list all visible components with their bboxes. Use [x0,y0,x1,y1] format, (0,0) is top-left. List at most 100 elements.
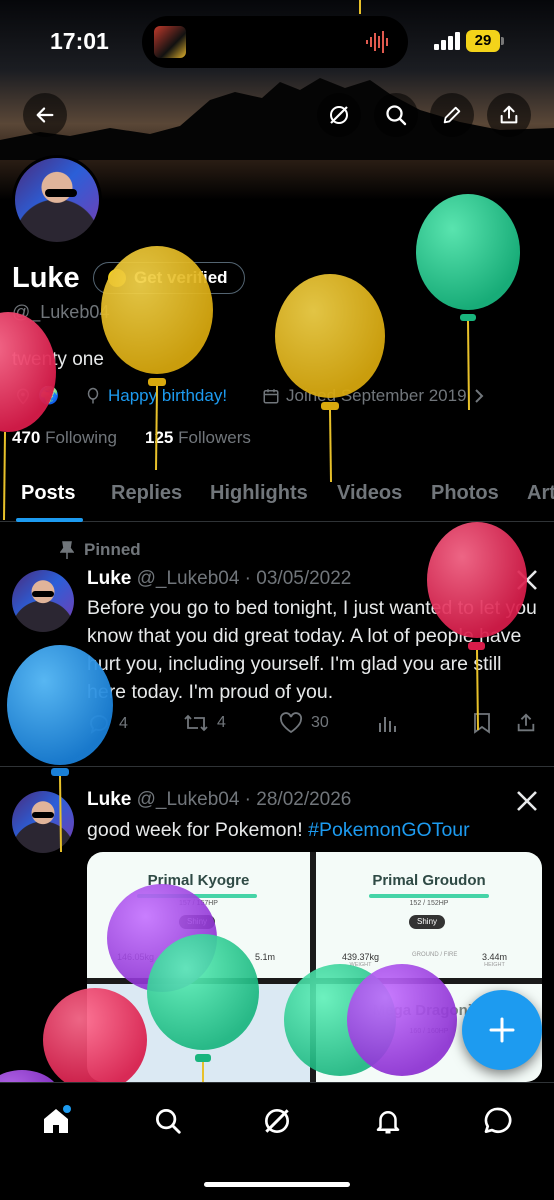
card-hp: 152 / 152HP [409,900,449,907]
followers-link[interactable]: 125 Followers [145,428,251,448]
media-card-groudon: Primal Groudon 152 / 152HP Shiny 439.37k… [316,852,542,978]
active-tab-indicator [16,518,83,522]
post-header: Luke @_Lukeb04 · 28/02/2026 [87,789,351,811]
arrow-left-icon [36,107,54,123]
search-icon [386,105,407,126]
bell-icon [376,1111,400,1134]
heart-icon [279,712,303,734]
card-title: Primal Groudon [372,872,486,889]
bookmark-icon [474,713,490,734]
bookmark-button[interactable] [472,712,492,734]
post-share-button[interactable] [515,712,537,734]
get-verified-button[interactable]: Get verified [93,262,245,294]
weight-value: 439.37kg [342,952,380,962]
profile-name: Luke [12,262,80,294]
status-bar: 17:01 29 [0,0,554,86]
shiny-badge: Shiny [179,915,216,929]
now-playing-artwork [154,26,186,58]
repost-icon [184,714,208,732]
profile-handle: @_Lukeb04 [12,302,110,322]
post-text: Before you go to bed tonight, I just wan… [87,597,537,703]
like-count: 30 [311,714,329,731]
chat-bubble-icon [484,1107,512,1133]
location-text: 🌍 [38,386,60,405]
tab-videos[interactable]: Videos [337,482,402,505]
nav-notifications[interactable] [368,1101,408,1141]
share-button[interactable] [487,93,531,137]
avatar-sunglasses [32,591,54,597]
home-indicator[interactable] [204,1182,350,1187]
card-weight: 146.05kg [117,952,155,962]
battery-level: 29 [466,30,500,52]
pinned-label: Pinned [60,540,141,560]
grok-icon [330,106,348,124]
repost-button[interactable]: 4 [183,712,226,734]
card-height: 5.1m [255,952,276,962]
following-label: Following [45,428,117,447]
post-author[interactable]: Luke [87,789,131,810]
following-link[interactable]: 470 Following [12,428,117,448]
avatar-sunglasses [32,812,54,818]
pinned-text: Pinned [84,540,141,559]
views-button[interactable] [377,712,399,734]
x-logo-icon [517,791,537,811]
reply-count: 4 [119,715,128,732]
post-avatar[interactable] [12,570,74,632]
tab-highlights[interactable]: Highlights [210,482,308,505]
card-type: GROUND / FIRE [412,952,458,958]
hp-bar [369,894,489,898]
post-text-body: good week for Pokemon! [87,819,309,841]
tab-photos[interactable]: Photos [431,482,499,505]
birthday-link[interactable]: Happy birthday! [108,386,227,406]
chevron-right-icon [474,389,483,403]
grok-icon [265,1109,289,1133]
birthday[interactable]: Happy birthday! [84,386,227,406]
joined-date[interactable]: Joined September 2019 [262,386,485,406]
like-button[interactable]: 30 [279,712,329,734]
reply-icon [90,715,108,734]
edit-button[interactable] [430,93,474,137]
shiny-badge: Shiny [409,915,446,929]
profile-avatar[interactable] [12,155,102,245]
post-author[interactable]: Luke [87,568,131,589]
post-handle-date: @_Lukeb04 · 03/05/2022 [136,568,352,589]
post-text: good week for Pokemon! #PokemonGOTour [87,816,542,844]
analytics-icon [379,717,396,732]
plus-icon [489,1017,515,1043]
grok-button[interactable] [317,93,361,137]
compose-post-button[interactable] [462,990,542,1070]
nav-grok[interactable] [257,1101,297,1141]
hashtag-link[interactable]: #PokemonGOTour [308,819,470,841]
followers-count: 125 [145,428,174,447]
verified-badge-icon [108,269,126,287]
battery-indicator: 29 [466,30,504,52]
post-avatar[interactable] [12,791,74,853]
repost-count: 4 [217,714,226,731]
search-icon [156,1109,181,1134]
nav-home[interactable] [36,1101,76,1141]
location-pin-icon [16,388,30,405]
card-hp: 157 / 157HP [179,900,218,907]
card-weight: 439.37kg WEIGHT [342,952,379,968]
reply-button[interactable]: 4 [87,712,128,736]
tab-posts[interactable]: Posts [21,482,75,505]
nav-messages[interactable] [478,1101,518,1141]
x-logo-icon [517,570,537,590]
following-count: 470 [12,428,41,447]
post-handle-date: @_Lukeb04 · 28/02/2026 [136,789,352,810]
dynamic-island[interactable] [142,16,408,68]
height-value: 3.44m [482,952,508,962]
balloon-icon [87,387,99,404]
status-time: 17:01 [50,28,109,54]
search-button[interactable] [374,93,418,137]
height-label: HEIGHT [484,962,505,968]
pin-icon [60,541,74,559]
cellular-signal-icon [434,32,460,50]
tab-articles[interactable]: Art [527,482,554,505]
post-actions: 4 4 30 [87,712,542,740]
nav-explore[interactable] [148,1101,188,1141]
share-icon [500,105,518,124]
media-card-kyogre: Primal Kyogre 157 / 157HP Shiny 146.05kg… [87,852,310,978]
back-button[interactable] [23,93,67,137]
tab-replies[interactable]: Replies [111,482,182,505]
